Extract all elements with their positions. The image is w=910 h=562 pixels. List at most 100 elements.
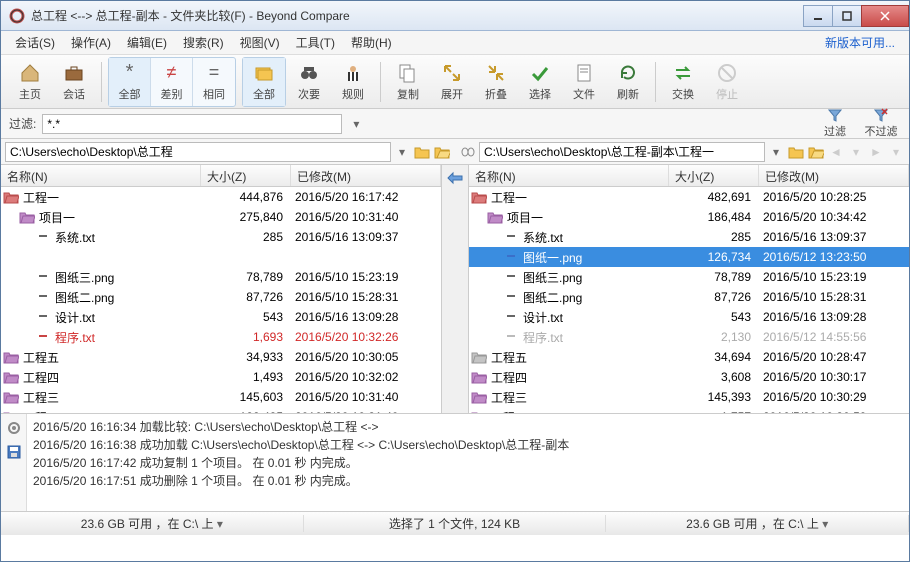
- filter-bar: 过滤: ▾ 过滤 不过滤: [1, 109, 909, 139]
- left-path-dropdown[interactable]: ▾: [393, 143, 411, 161]
- table-row[interactable]: 工程一482,6912016/5/20 10:28:25: [469, 187, 909, 207]
- row-modified: 2016/5/20 10:34:42: [757, 210, 907, 224]
- stop-button: 停止: [706, 58, 748, 106]
- maximize-button[interactable]: [832, 5, 862, 27]
- col-size[interactable]: 大小(Z): [201, 165, 291, 186]
- right-pane: 名称(N) 大小(Z) 已修改(M) 工程一482,6912016/5/20 1…: [469, 165, 909, 413]
- table-row[interactable]: 图纸三.png78,7892016/5/10 15:23:19: [1, 267, 441, 287]
- left-browse-icon[interactable]: [413, 143, 431, 161]
- chevron-down-icon[interactable]: ▾: [822, 517, 828, 531]
- table-row[interactable]: 工程四3,6082016/5/20 10:30:17: [469, 367, 909, 387]
- table-row[interactable]: 图纸二.png87,7262016/5/10 15:28:31: [1, 287, 441, 307]
- minimize-button[interactable]: [803, 5, 833, 27]
- diff-button[interactable]: ≠差别: [151, 58, 193, 106]
- sync-arrow-icon[interactable]: [446, 169, 464, 187]
- session-button[interactable]: 会话: [53, 58, 95, 106]
- right-open-icon[interactable]: [807, 143, 825, 161]
- row-size: 87,726: [667, 290, 757, 304]
- table-row[interactable]: 图纸一.png126,7342016/5/12 13:23:50: [469, 247, 909, 267]
- filter-group-1: *全部 ≠差别 =相同: [108, 57, 236, 107]
- right-list[interactable]: 工程一482,6912016/5/20 10:28:25项目一186,48420…: [469, 187, 909, 413]
- row-modified: 2016/5/20 10:32:26: [289, 330, 439, 344]
- stop-icon: [716, 62, 738, 84]
- rules-button[interactable]: 规则: [332, 58, 374, 106]
- row-modified: 2016/5/20 10:31:40: [289, 390, 439, 404]
- row-size: 275,840: [199, 210, 289, 224]
- expand-button[interactable]: 展开: [431, 58, 473, 106]
- copy-button[interactable]: 复制: [387, 58, 429, 106]
- gear-icon[interactable]: [6, 420, 22, 436]
- row-modified: 2016/5/20 16:17:42: [289, 190, 439, 204]
- col-name[interactable]: 名称(N): [469, 165, 669, 186]
- filter-apply-button[interactable]: 过滤: [815, 111, 855, 137]
- table-row[interactable]: 设计.txt5432016/5/16 13:09:28: [469, 307, 909, 327]
- filter-input[interactable]: [42, 114, 342, 134]
- splitter[interactable]: [441, 165, 469, 413]
- asterisk-icon: *: [119, 62, 141, 84]
- table-row[interactable]: 系统.txt2852016/5/16 13:09:37: [1, 227, 441, 247]
- equal-icon: =: [203, 62, 225, 84]
- table-row[interactable]: [1, 247, 441, 267]
- table-row[interactable]: 程序.txt2,1302016/5/12 14:55:56: [469, 327, 909, 347]
- table-row[interactable]: 工程二128,4852016/5/20 10:31:40: [1, 407, 441, 413]
- left-path-input[interactable]: [5, 142, 391, 162]
- select-button[interactable]: 选择: [519, 58, 561, 106]
- table-row[interactable]: 工程四1,4932016/5/20 10:32:02: [1, 367, 441, 387]
- table-row[interactable]: 系统.txt2852016/5/16 13:09:37: [469, 227, 909, 247]
- row-size: 78,789: [199, 270, 289, 284]
- table-row[interactable]: 项目一275,8402016/5/20 10:31:40: [1, 207, 441, 227]
- new-version-link[interactable]: 新版本可用...: [817, 32, 903, 53]
- filter-clear-button[interactable]: 不过滤: [861, 111, 901, 137]
- table-row[interactable]: 工程三145,6032016/5/20 10:31:40: [1, 387, 441, 407]
- row-modified: 2016/5/16 13:09:28: [757, 310, 907, 324]
- menu-view[interactable]: 视图(V): [232, 32, 288, 53]
- row-name: 工程三: [491, 389, 527, 406]
- table-row[interactable]: 工程一444,8762016/5/20 16:17:42: [1, 187, 441, 207]
- col-modified[interactable]: 已修改(M): [759, 165, 909, 186]
- table-row[interactable]: 工程二1,7572016/5/20 10:30:59: [469, 407, 909, 413]
- file-button[interactable]: 文件: [563, 58, 605, 106]
- refresh-button[interactable]: 刷新: [607, 58, 649, 106]
- table-row[interactable]: 工程五34,9332016/5/20 10:30:05: [1, 347, 441, 367]
- col-modified[interactable]: 已修改(M): [291, 165, 441, 186]
- row-modified: 2016/5/12 13:23:50: [757, 250, 907, 264]
- file-icon: [573, 62, 595, 84]
- row-modified: 2016/5/10 15:28:31: [289, 290, 439, 304]
- collapse-button[interactable]: 折叠: [475, 58, 517, 106]
- table-row[interactable]: 工程五34,6942016/5/20 10:28:47: [469, 347, 909, 367]
- right-path-dropdown[interactable]: ▾: [767, 143, 785, 161]
- menu-action[interactable]: 操作(A): [63, 32, 119, 53]
- table-row[interactable]: 程序.txt1,6932016/5/20 10:32:26: [1, 327, 441, 347]
- menu-edit[interactable]: 编辑(E): [119, 32, 175, 53]
- col-name[interactable]: 名称(N): [1, 165, 201, 186]
- table-row[interactable]: 设计.txt5432016/5/16 13:09:28: [1, 307, 441, 327]
- home-button[interactable]: 主页: [9, 58, 51, 106]
- next-button[interactable]: 次要: [288, 58, 330, 106]
- table-row[interactable]: 图纸二.png87,7262016/5/10 15:28:31: [469, 287, 909, 307]
- right-browse-icon[interactable]: [787, 143, 805, 161]
- notequal-icon: ≠: [161, 62, 183, 84]
- table-row[interactable]: 图纸三.png78,7892016/5/10 15:23:19: [469, 267, 909, 287]
- table-row[interactable]: 工程三145,3932016/5/20 10:30:29: [469, 387, 909, 407]
- row-modified: 2016/5/10 15:23:19: [757, 270, 907, 284]
- close-button[interactable]: [861, 5, 909, 27]
- menu-tools[interactable]: 工具(T): [288, 32, 343, 53]
- table-row[interactable]: 项目一186,4842016/5/20 10:34:42: [469, 207, 909, 227]
- menu-search[interactable]: 搜索(R): [175, 32, 232, 53]
- save-icon[interactable]: [6, 444, 22, 460]
- left-list[interactable]: 工程一444,8762016/5/20 16:17:42项目一275,84020…: [1, 187, 441, 413]
- all-button[interactable]: *全部: [109, 58, 151, 106]
- all2-button[interactable]: 全部: [243, 58, 285, 106]
- swap-button[interactable]: 交换: [662, 58, 704, 106]
- col-size[interactable]: 大小(Z): [669, 165, 759, 186]
- log-text[interactable]: 2016/5/20 16:16:34 加载比较: C:\Users\echo\D…: [27, 414, 909, 511]
- menu-session[interactable]: 会话(S): [7, 32, 63, 53]
- left-open-icon[interactable]: [433, 143, 451, 161]
- right-path-input[interactable]: [479, 142, 765, 162]
- menu-help[interactable]: 帮助(H): [343, 32, 400, 53]
- chevron-down-icon[interactable]: ▾: [217, 517, 223, 531]
- link-icon[interactable]: [459, 143, 477, 161]
- filter-dropdown[interactable]: ▾: [348, 117, 364, 131]
- same-button[interactable]: =相同: [193, 58, 235, 106]
- path-bar: ▾ ▾ ◄ ▾ ► ▾: [1, 139, 909, 165]
